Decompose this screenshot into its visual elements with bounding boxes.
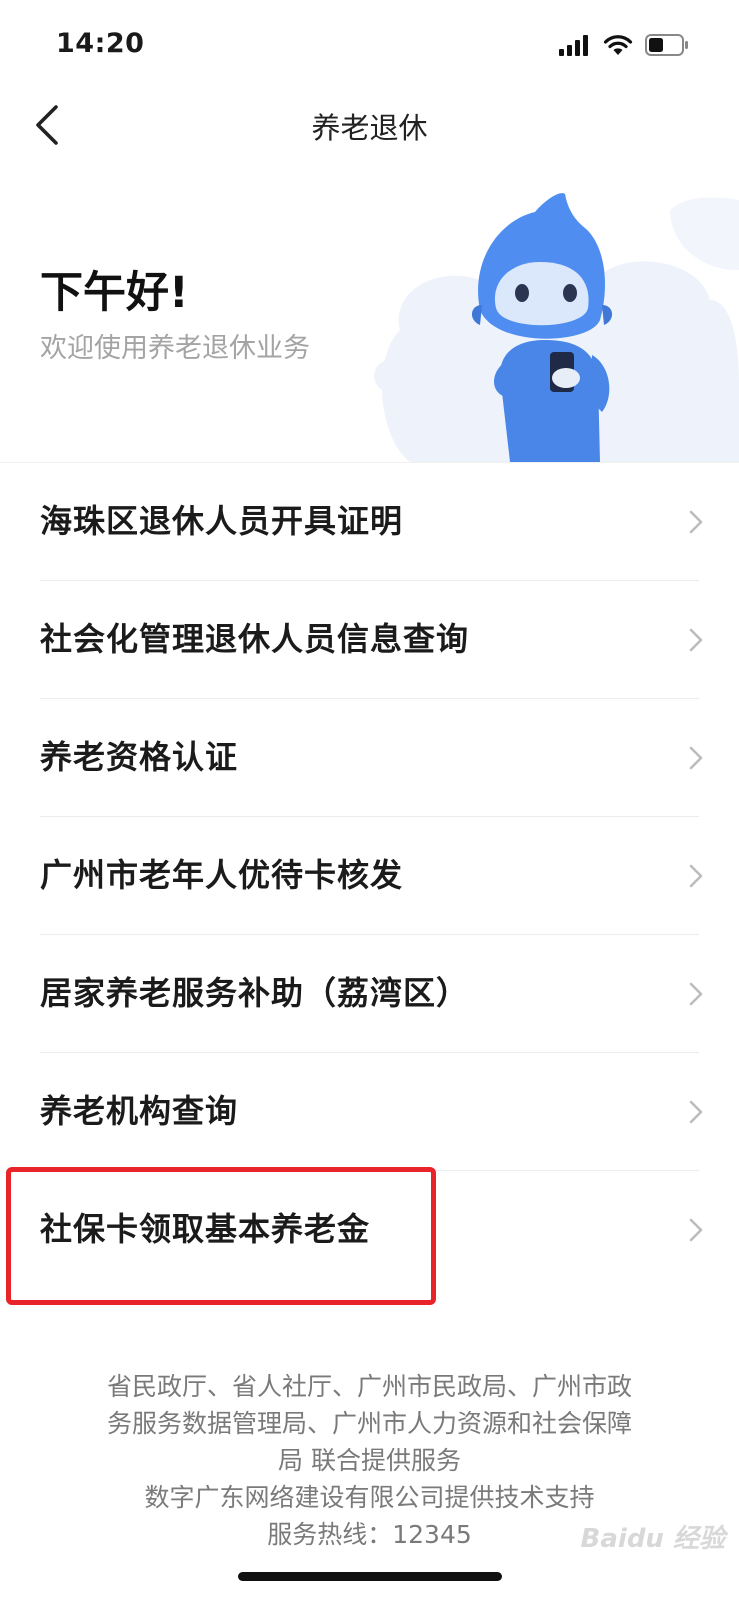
status-bar: 14:20 xyxy=(0,0,739,90)
chevron-right-icon xyxy=(689,510,703,534)
page-title: 养老退休 xyxy=(311,111,428,145)
chevron-right-icon xyxy=(689,1100,703,1124)
battery-icon xyxy=(645,34,688,56)
nav-bar: 养老退休 xyxy=(0,90,739,160)
footer-line: 省民政厅、省人社厅、广州市民政局、广州市政 xyxy=(106,1372,632,1401)
menu-item-social-card-pension[interactable]: 社保卡领取基本养老金 xyxy=(0,1171,739,1289)
greeting-subtitle: 欢迎使用养老退休业务 xyxy=(40,333,310,364)
baidu-watermark: Baidu 经验 xyxy=(580,1524,725,1554)
menu-item-label: 居家养老服务补助（荔湾区） xyxy=(40,974,470,1012)
mascot-illustration xyxy=(374,193,739,462)
menu-item-retiree-info-query[interactable]: 社会化管理退休人员信息查询 xyxy=(0,581,739,699)
signal-icon xyxy=(559,35,588,56)
menu-item-label: 海珠区退休人员开具证明 xyxy=(40,502,404,540)
menu-item-senior-card[interactable]: 广州市老年人优待卡核发 xyxy=(0,817,739,935)
chevron-right-icon xyxy=(689,746,703,770)
menu-item-label: 养老资格认证 xyxy=(40,738,239,776)
menu-item-label: 社保卡领取基本养老金 xyxy=(40,1210,371,1248)
chevron-right-icon xyxy=(689,628,703,652)
home-indicator[interactable] xyxy=(238,1572,502,1581)
chevron-right-icon xyxy=(689,1218,703,1242)
status-time: 14:20 xyxy=(56,28,145,59)
menu-item-label: 养老机构查询 xyxy=(40,1092,239,1130)
menu-item-label: 广州市老年人优待卡核发 xyxy=(40,856,404,894)
footer-line: 数字广东网络建设有限公司提供技术支持 xyxy=(144,1483,595,1512)
menu-item-care-institution-query[interactable]: 养老机构查询 xyxy=(0,1053,739,1171)
menu-item-label: 社会化管理退休人员信息查询 xyxy=(40,620,470,658)
chevron-right-icon xyxy=(689,864,703,888)
menu-item-pension-qualification[interactable]: 养老资格认证 xyxy=(0,699,739,817)
greeting-heading: 下午好! xyxy=(40,268,189,318)
status-icons xyxy=(559,34,689,56)
footer-line: 局 联合提供服务 xyxy=(278,1446,461,1475)
menu-item-haizhu-retiree-certificate[interactable]: 海珠区退休人员开具证明 xyxy=(0,463,739,581)
wifi-icon xyxy=(603,35,633,55)
menu-item-home-care-subsidy[interactable]: 居家养老服务补助（荔湾区） xyxy=(0,935,739,1053)
chevron-right-icon xyxy=(689,982,703,1006)
service-menu: 海珠区退休人员开具证明 社会化管理退休人员信息查询 养老资格认证 广州市老年人优… xyxy=(0,462,739,1289)
footer-line: 务服务数据管理局、广州市人力资源和社会保障 xyxy=(106,1409,632,1438)
hero-banner: 下午好! 欢迎使用养老退休业务 xyxy=(0,180,739,462)
